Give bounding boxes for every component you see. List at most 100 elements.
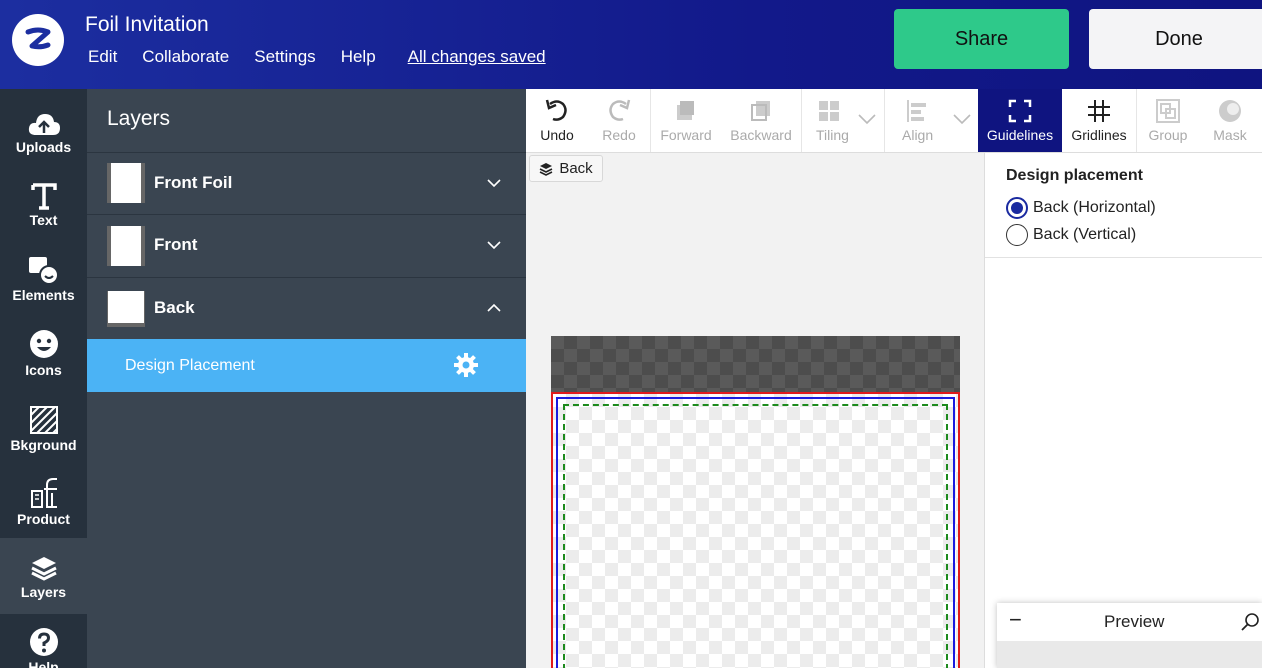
- rail-label-background: Bkground: [10, 437, 77, 453]
- undo-label: Undo: [540, 127, 574, 143]
- rail-label-layers: Layers: [20, 584, 67, 600]
- align-label: Align: [902, 127, 934, 143]
- layer-name: Front Foil: [154, 173, 233, 192]
- send-backward-icon: [751, 101, 770, 121]
- rail-item-product[interactable]: Product: [0, 473, 87, 527]
- bleed-area: [551, 336, 960, 394]
- layer-item-design-placement[interactable]: Design Placement: [87, 339, 526, 392]
- placement-option-vertical[interactable]: Back (Vertical): [1006, 224, 1136, 246]
- preview-title: Preview: [1104, 612, 1165, 631]
- divider: [985, 257, 1262, 258]
- align-icon: [907, 100, 926, 122]
- redo-label: Redo: [602, 127, 636, 143]
- edit-toolbar: Undo Redo Forward Backward Tiling Align …: [526, 89, 1262, 153]
- layers-panel-title: Layers: [107, 107, 171, 130]
- guidelines-label: Guidelines: [986, 127, 1054, 143]
- align-button[interactable]: Align: [885, 89, 977, 152]
- undo-button[interactable]: Undo: [526, 89, 588, 152]
- layer-thumbnail: [107, 291, 145, 327]
- group-button[interactable]: Group: [1137, 89, 1199, 152]
- app-header: Foil Invitation Edit Collaborate Setting…: [0, 0, 1262, 89]
- rail-label-text: Text: [29, 212, 58, 228]
- redo-icon: [609, 99, 631, 121]
- layer-thumbnail: [107, 163, 145, 203]
- gridlines-label: Gridlines: [1071, 127, 1127, 143]
- rail-item-elements[interactable]: Elements: [0, 249, 87, 303]
- zazzle-logo[interactable]: [12, 14, 64, 66]
- guidelines-icon: [1008, 99, 1032, 123]
- gridlines-icon: [1088, 100, 1110, 122]
- save-status-link[interactable]: All changes saved: [408, 47, 546, 67]
- design-placement-title: Design placement: [1006, 167, 1143, 184]
- share-button[interactable]: Share: [894, 9, 1069, 69]
- layer-item-label: Design Placement: [125, 356, 255, 374]
- help-icon: [29, 628, 58, 656]
- backward-button[interactable]: Backward: [721, 89, 801, 152]
- menu-settings[interactable]: Settings: [254, 47, 315, 67]
- cloud-upload-icon: [28, 114, 60, 135]
- menu-collaborate[interactable]: Collaborate: [142, 47, 229, 67]
- rail-item-icons[interactable]: Icons: [0, 324, 87, 378]
- layer-name: Front: [154, 235, 198, 254]
- rail-label-help: Help: [28, 659, 59, 668]
- layer-name: Back: [154, 298, 195, 317]
- rail-label-product: Product: [17, 511, 70, 527]
- text-icon: [30, 183, 57, 210]
- forward-button[interactable]: Forward: [651, 89, 721, 152]
- background-icon: [29, 406, 58, 434]
- preview-window: − Preview: [997, 603, 1262, 668]
- layers-panel: Layers Front Foil Front Back Design Plac…: [87, 89, 526, 668]
- radio-unselected[interactable]: [1006, 224, 1028, 246]
- rail-item-text[interactable]: Text: [0, 174, 87, 228]
- gridlines-button[interactable]: Gridlines: [1062, 89, 1136, 152]
- rail-item-help[interactable]: Help: [0, 627, 87, 668]
- chevron-down-icon[interactable]: [486, 237, 502, 253]
- tiling-button[interactable]: Tiling: [802, 89, 884, 152]
- layer-row-front-foil[interactable]: Front Foil: [87, 152, 526, 213]
- menu-edit[interactable]: Edit: [88, 47, 117, 67]
- group-icon: [1156, 99, 1180, 123]
- group-label: Group: [1148, 127, 1188, 143]
- back-side-button[interactable]: Back: [529, 155, 603, 182]
- redo-button[interactable]: Redo: [588, 89, 650, 152]
- layer-row-back[interactable]: Back: [87, 277, 526, 338]
- chevron-down-icon: [953, 114, 971, 125]
- undo-icon: [545, 99, 567, 121]
- mask-button[interactable]: Mask: [1199, 89, 1261, 152]
- properties-panel: Design placement Back (Horizontal) Back …: [984, 153, 1262, 668]
- elements-icon: [28, 257, 59, 285]
- design-surface[interactable]: [551, 392, 960, 668]
- layers-icon: [539, 162, 553, 176]
- layer-thumbnail: [107, 226, 145, 266]
- design-canvas[interactable]: Back: [526, 153, 984, 668]
- rail-label-elements: Elements: [12, 287, 75, 303]
- radio-selected[interactable]: [1006, 197, 1028, 219]
- smiley-icon: [29, 330, 58, 358]
- rail-item-background[interactable]: Bkground: [0, 399, 87, 453]
- rail-label-icons: Icons: [25, 362, 62, 378]
- minimize-preview-button[interactable]: −: [1009, 607, 1022, 633]
- document-title[interactable]: Foil Invitation: [85, 13, 209, 37]
- placement-option-horizontal[interactable]: Back (Horizontal): [1006, 197, 1156, 219]
- mask-icon: [1219, 100, 1241, 122]
- bring-forward-icon: [677, 101, 694, 120]
- layer-row-front[interactable]: Front: [87, 214, 526, 275]
- done-button[interactable]: Done: [1089, 9, 1262, 69]
- layers-icon: [30, 557, 57, 581]
- rail-item-layers[interactable]: Layers: [0, 538, 87, 614]
- gear-icon[interactable]: [453, 352, 479, 378]
- backward-label: Backward: [730, 127, 792, 143]
- chevron-up-icon[interactable]: [486, 300, 502, 316]
- tiling-icon: [819, 101, 839, 121]
- rail-item-uploads[interactable]: Uploads: [0, 101, 87, 155]
- product-icon: [30, 478, 57, 508]
- menu-help[interactable]: Help: [341, 47, 376, 67]
- safe-area-line: [563, 404, 948, 668]
- placement-option-label: Back (Horizontal): [1033, 199, 1156, 216]
- back-side-label: Back: [559, 160, 593, 177]
- mask-label: Mask: [1213, 127, 1247, 143]
- logo-z-icon: [25, 27, 51, 50]
- preview-image: [997, 641, 1262, 668]
- chevron-down-icon[interactable]: [486, 175, 502, 191]
- guidelines-button[interactable]: Guidelines: [978, 89, 1062, 152]
